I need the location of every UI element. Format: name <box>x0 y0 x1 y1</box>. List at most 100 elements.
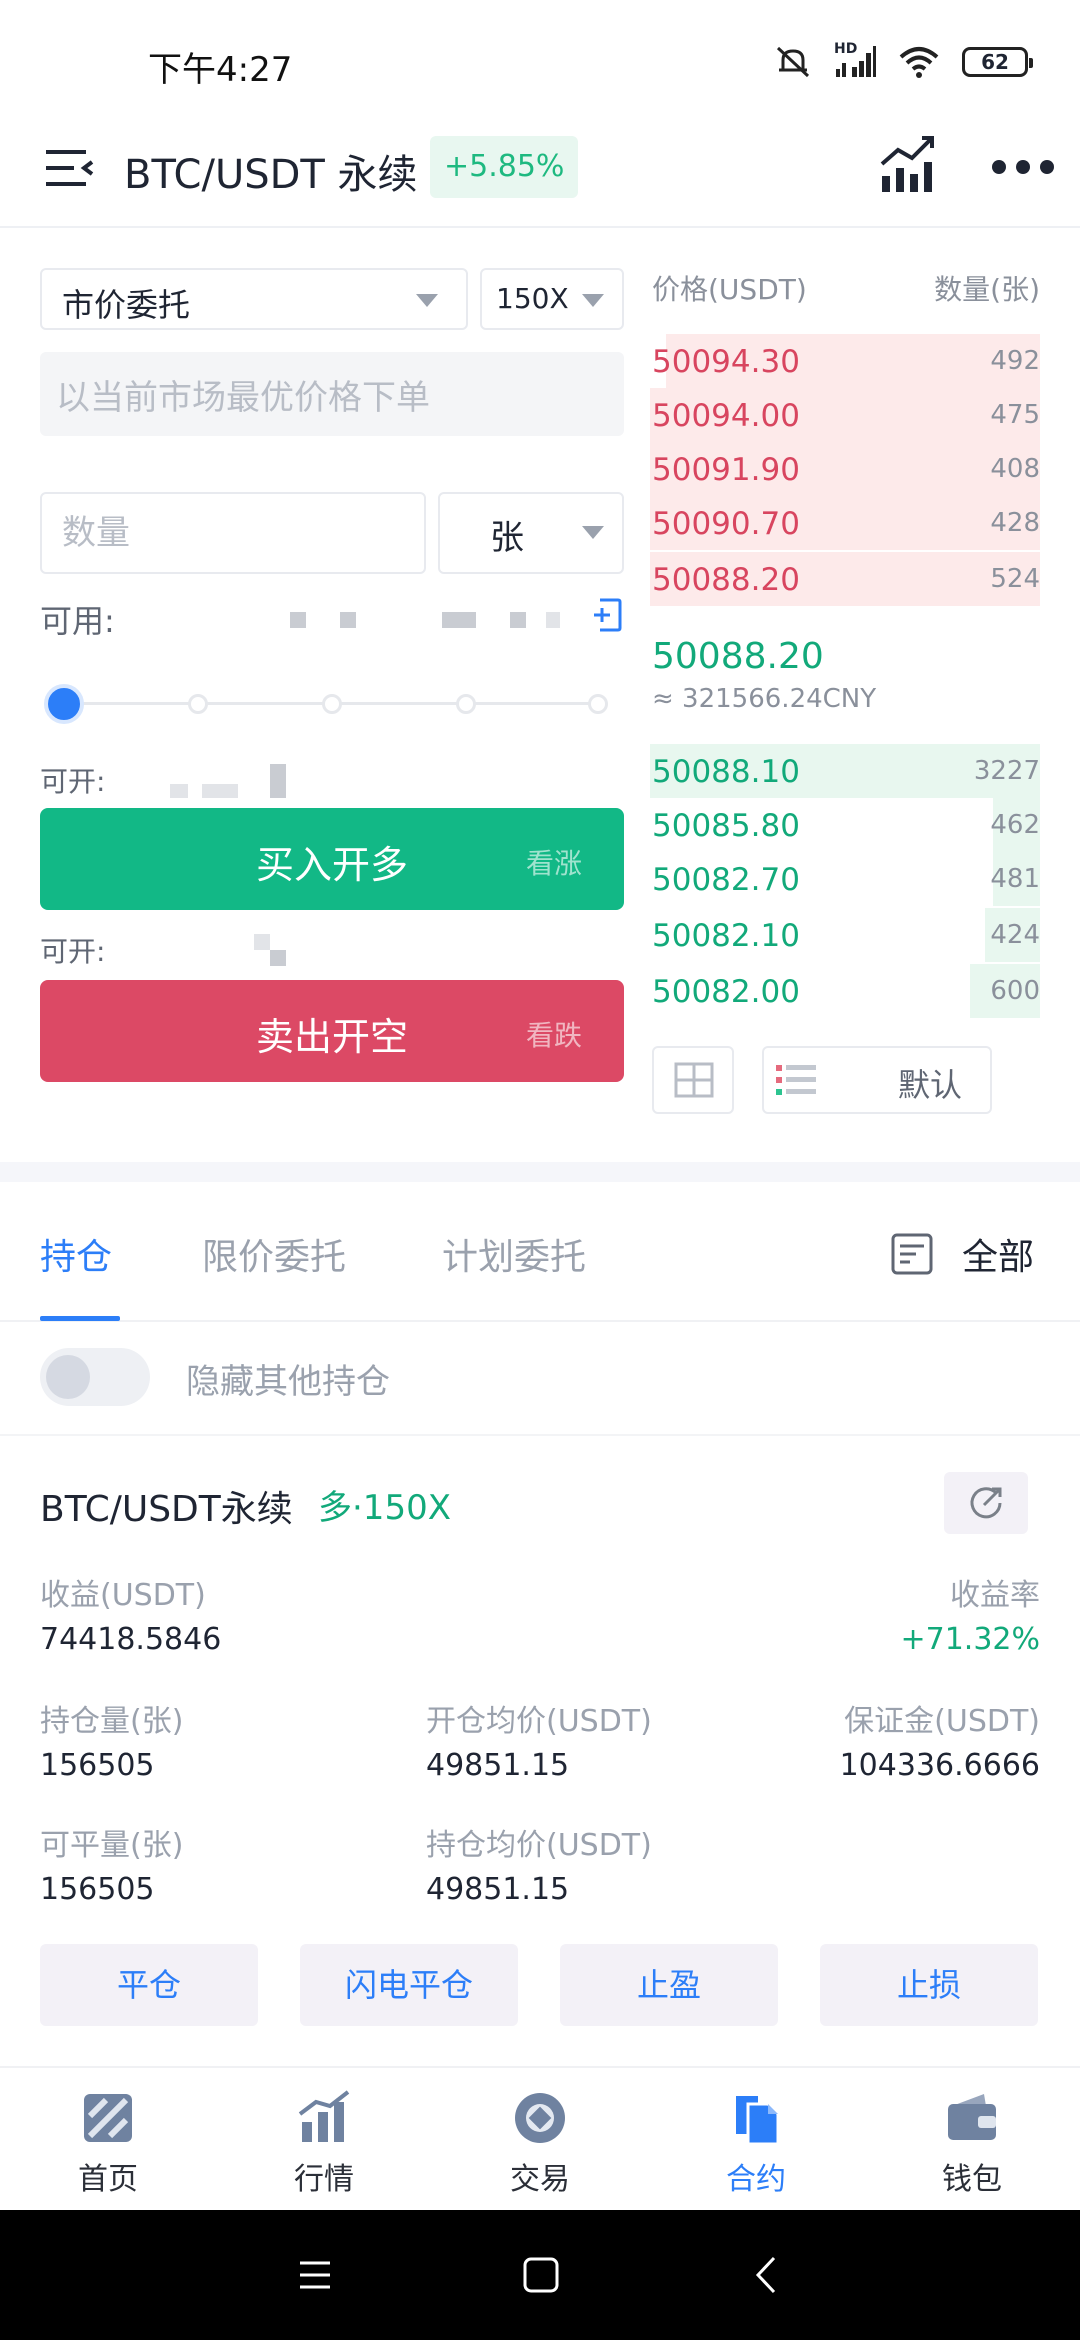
ask-qty: 492 <box>990 346 1040 376</box>
redacted-open-long <box>270 764 286 798</box>
alarm-off-icon <box>776 46 810 78</box>
nav-home[interactable]: 首页 <box>0 2068 216 2212</box>
hide-others-toggle[interactable] <box>40 1348 150 1406</box>
redacted-open-long <box>202 784 238 798</box>
redacted-available <box>442 612 476 628</box>
ask-qty: 408 <box>990 454 1040 484</box>
nav-home-label: 首页 <box>78 2162 138 2197</box>
order-type-select[interactable]: 市价委托 <box>40 268 468 330</box>
nav-contract[interactable]: 合约 <box>648 2068 864 2212</box>
quantity-input[interactable] <box>42 494 424 572</box>
orderbook-list-icon <box>776 1065 816 1095</box>
last-price: 50088.20 <box>652 636 824 677</box>
close-position-button[interactable]: 平仓 <box>40 1944 258 2026</box>
unit-label: 张 <box>490 518 524 558</box>
last-price-cny: ≈ 321566.24CNY <box>652 684 877 714</box>
redacted-open-short <box>270 950 286 966</box>
bid-qty: 462 <box>990 810 1040 840</box>
ask-row[interactable]: 50091.90 408 <box>650 442 1040 496</box>
slider-node-100[interactable] <box>588 694 608 714</box>
hide-others-label: 隐藏其他持仓 <box>186 1362 390 1402</box>
nav-market[interactable]: 行情 <box>216 2068 432 2212</box>
wifi-icon <box>899 47 939 78</box>
quantity-field[interactable] <box>40 492 426 574</box>
contract-icon <box>736 2096 780 2146</box>
amount-slider[interactable] <box>44 684 608 724</box>
ask-price: 50090.70 <box>652 506 800 542</box>
document-list-icon[interactable] <box>890 1232 934 1276</box>
bid-qty: 424 <box>990 920 1040 950</box>
orderbook-price-header: 价格(USDT) <box>652 273 807 306</box>
tab-divider <box>0 1320 1080 1322</box>
bid-price: 50082.10 <box>652 918 800 954</box>
sell-open-short-button[interactable]: 卖出开空 看跌 <box>40 980 624 1082</box>
redacted-available <box>510 612 526 628</box>
size-value: 156505 <box>40 1748 155 1783</box>
redacted-open-long <box>170 784 188 798</box>
back-icon[interactable] <box>742 2250 792 2300</box>
depth-mode-select[interactable]: 默认 <box>762 1046 992 1114</box>
ask-row[interactable]: 50088.20 524 <box>650 552 1040 606</box>
slider-knob[interactable] <box>44 684 84 724</box>
section-gap <box>0 1162 1080 1182</box>
roe-label: 收益率 <box>950 1578 1040 1613</box>
nav-contract-label: 合约 <box>726 2162 786 2197</box>
menu-icon[interactable] <box>44 142 96 194</box>
margin-value: 104336.6666 <box>839 1748 1040 1783</box>
bid-qty: 600 <box>990 976 1040 1006</box>
bid-row[interactable]: 50085.80 462 <box>650 798 1040 852</box>
closable-label: 可平量(张) <box>40 1828 184 1863</box>
open-short-label: 可开: <box>40 935 106 968</box>
depth-mode-label: 默认 <box>898 1066 963 1104</box>
ask-qty: 475 <box>990 400 1040 430</box>
ask-qty: 428 <box>990 508 1040 538</box>
status-bar: 下午4:27 HD 62 <box>0 0 1080 120</box>
home-button-icon[interactable] <box>516 2250 566 2300</box>
pnl-value: 74418.5846 <box>40 1622 222 1657</box>
ask-price: 50091.90 <box>652 452 800 488</box>
recent-apps-icon[interactable] <box>290 2250 340 2300</box>
bid-price: 50082.00 <box>652 974 800 1010</box>
ask-price: 50094.00 <box>652 398 800 434</box>
avg-price-value: 49851.15 <box>426 1872 570 1907</box>
bid-price: 50082.70 <box>652 862 800 898</box>
nav-trade[interactable]: 交易 <box>432 2068 648 2212</box>
bid-price: 50085.80 <box>652 808 800 844</box>
system-nav-bar <box>0 2210 1080 2340</box>
bid-row[interactable]: 50082.10 424 <box>650 908 1040 962</box>
buy-open-long-button[interactable]: 买入开多 看涨 <box>40 808 624 910</box>
orderbook-layout-button[interactable] <box>652 1046 734 1114</box>
pair-title[interactable]: BTC/USDT 永续 <box>124 142 418 200</box>
filter-all-button[interactable]: 全部 <box>962 1228 1034 1280</box>
available-label: 可用: <box>40 602 115 640</box>
wallet-icon <box>948 2094 996 2140</box>
ask-row[interactable]: 50094.00 475 <box>650 388 1040 442</box>
more-icon[interactable] <box>990 156 1056 178</box>
flash-close-button[interactable]: 闪电平仓 <box>300 1944 518 2026</box>
slider-node-75[interactable] <box>456 694 476 714</box>
slider-node-50[interactable] <box>322 694 342 714</box>
app-header: BTC/USDT 永续 +5.85% <box>0 120 1080 228</box>
slider-node-25[interactable] <box>188 694 208 714</box>
ask-row[interactable]: 50094.30 492 <box>650 334 1040 388</box>
order-type-label: 市价委托 <box>62 286 191 324</box>
bid-price: 50088.10 <box>652 754 800 790</box>
ask-price: 50088.20 <box>652 562 800 598</box>
market-chart-icon <box>298 2090 350 2142</box>
bid-row[interactable]: 50082.70 481 <box>650 852 1040 906</box>
ask-row[interactable]: 50090.70 428 <box>650 496 1040 550</box>
stop-loss-button[interactable]: 止损 <box>820 1944 1038 2026</box>
tab-positions[interactable]: 持仓 <box>40 1228 112 1280</box>
nav-wallet[interactable]: 钱包 <box>864 2068 1080 2212</box>
bid-row[interactable]: 50088.10 3227 <box>650 744 1040 798</box>
kline-chart-icon[interactable] <box>878 134 940 196</box>
share-button[interactable] <box>944 1472 1028 1534</box>
leverage-select[interactable]: 150X <box>480 268 624 330</box>
bid-row[interactable]: 50082.00 600 <box>650 964 1040 1018</box>
take-profit-button[interactable]: 止盈 <box>560 1944 778 2026</box>
buy-button-sub: 看涨 <box>525 847 582 880</box>
transfer-icon[interactable] <box>592 598 622 632</box>
tab-plan-orders[interactable]: 计划委托 <box>442 1228 586 1280</box>
tab-limit-orders[interactable]: 限价委托 <box>202 1228 346 1280</box>
unit-select[interactable]: 张 <box>438 492 624 574</box>
